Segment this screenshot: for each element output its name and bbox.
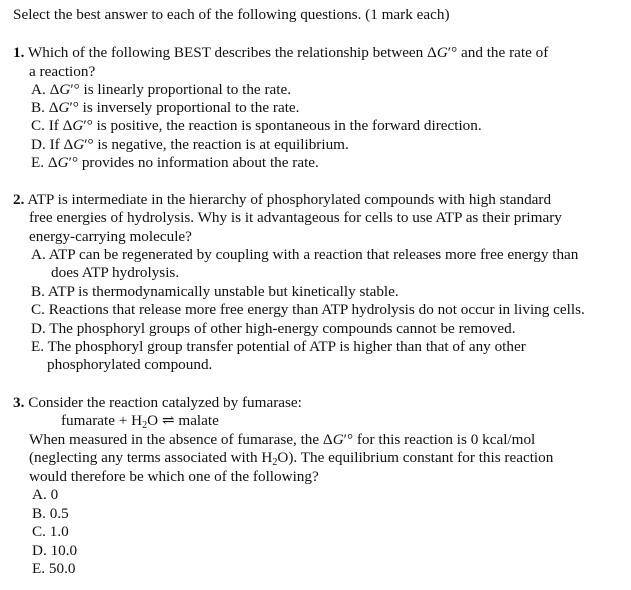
question-2-option-b[interactable]: B. ATP is thermodynamically unstable but… <box>31 283 399 301</box>
question-2-option-a[interactable]: A. ATP can be regenerated by coupling wi… <box>31 246 578 264</box>
option-text: If ΔG′° is negative, the reaction is at … <box>49 136 349 153</box>
option-letter: E. <box>31 338 45 355</box>
question-1-option-b[interactable]: B. ΔG′° is inversely proportional to the… <box>31 99 299 117</box>
option-letter: C. <box>31 301 45 318</box>
option-text: ATP is thermodynamically unstable but ki… <box>47 283 399 300</box>
question-3-option-c[interactable]: C. 1.0 <box>32 523 69 541</box>
option-letter: D. <box>32 542 47 559</box>
question-2-option-c[interactable]: C. Reactions that release more free ener… <box>31 301 585 319</box>
question-1-stem-line-2: a reaction? <box>29 63 96 80</box>
option-letter: A. <box>31 246 46 263</box>
question-2-option-e-continued[interactable]: phosphorylated compound. <box>47 356 212 374</box>
question-3-option-a[interactable]: A. 0 <box>32 486 58 504</box>
option-text: Reactions that release more free energy … <box>48 301 585 318</box>
body-text: (neglecting any terms associated with H <box>29 449 273 466</box>
question-3-option-e[interactable]: E. 50.0 <box>32 560 75 578</box>
instructions: Select the best answer to each of the fo… <box>13 6 450 23</box>
question-2-stem-line-3: energy-carrying molecule? <box>29 228 192 245</box>
reaction-equation: fumarate + H2O ⇌ malate <box>61 412 219 431</box>
body-text: O). The equilibrium constant for this re… <box>277 449 554 466</box>
option-letter: B. <box>31 283 45 300</box>
question-1-option-c[interactable]: C. If ΔG′° is positive, the reaction is … <box>31 117 482 135</box>
option-letter: D. <box>31 320 46 337</box>
question-3-body-line-1: When measured in the absence of fumarase… <box>29 431 536 448</box>
option-text: If ΔG′° is positive, the reaction is spo… <box>48 117 482 134</box>
option-letter: E. <box>32 560 46 577</box>
question-3-option-b[interactable]: B. 0.5 <box>32 505 69 523</box>
equation-right: O ⇌ malate <box>147 412 219 429</box>
question-2-option-a-continued[interactable]: does ATP hydrolysis. <box>51 264 179 282</box>
option-text: ΔG′° is inversely proportional to the ra… <box>48 99 300 116</box>
option-text: The phosphoryl group transfer potential … <box>47 338 526 355</box>
question-1-number: 1. <box>13 44 25 61</box>
question-1-option-a[interactable]: A. ΔG′° is linearly proportional to the … <box>31 81 291 99</box>
option-letter: C. <box>31 117 45 134</box>
question-2-stem-text: ATP is intermediate in the hierarchy of … <box>27 191 552 208</box>
question-2-number: 2. <box>13 191 25 208</box>
question-1-option-e[interactable]: E. ΔG′° provides no information about th… <box>31 154 319 172</box>
question-3-stem-line-1: 3. Consider the reaction catalyzed by fu… <box>13 394 302 412</box>
option-text: 0.5 <box>49 505 69 522</box>
option-letter: A. <box>31 81 46 98</box>
option-text: 50.0 <box>48 560 76 577</box>
question-1-stem-text: Which of the following BEST describes th… <box>27 44 549 61</box>
option-letter: B. <box>31 99 45 116</box>
question-2-option-d[interactable]: D. The phosphoryl groups of other high-e… <box>31 320 516 338</box>
question-2-stem-line-2: free energies of hydrolysis. Why is it a… <box>29 209 562 226</box>
option-text: The phosphoryl groups of other high-ener… <box>49 320 516 337</box>
option-text: 1.0 <box>49 523 69 540</box>
question-3-body-line-2: (neglecting any terms associated with H2… <box>29 449 554 468</box>
option-letter: C. <box>32 523 46 540</box>
question-3-option-d[interactable]: D. 10.0 <box>32 542 77 560</box>
question-3-stem-text: Consider the reaction catalyzed by fumar… <box>28 394 302 411</box>
equation-left: fumarate + H <box>61 412 143 429</box>
option-text: 0 <box>50 486 59 503</box>
option-text: ATP can be regenerated by coupling with … <box>48 246 579 263</box>
question-2-stem-line-1: 2. ATP is intermediate in the hierarchy … <box>13 191 551 209</box>
question-3-number: 3. <box>13 394 25 411</box>
question-1-stem-line-1: 1. Which of the following BEST describes… <box>13 44 548 62</box>
option-letter: D. <box>31 136 46 153</box>
option-text: ΔG′° provides no information about the r… <box>47 154 319 171</box>
option-letter: A. <box>32 486 47 503</box>
question-1-option-d[interactable]: D. If ΔG′° is negative, the reaction is … <box>31 136 349 154</box>
option-letter: B. <box>32 505 46 522</box>
option-letter: E. <box>31 154 45 171</box>
option-text: ΔG′° is linearly proportional to the rat… <box>49 81 292 98</box>
option-text: 10.0 <box>50 542 78 559</box>
question-3-body-line-3: would therefore be which one of the foll… <box>29 468 319 485</box>
question-2-option-e[interactable]: E. The phosphoryl group transfer potenti… <box>31 338 526 356</box>
